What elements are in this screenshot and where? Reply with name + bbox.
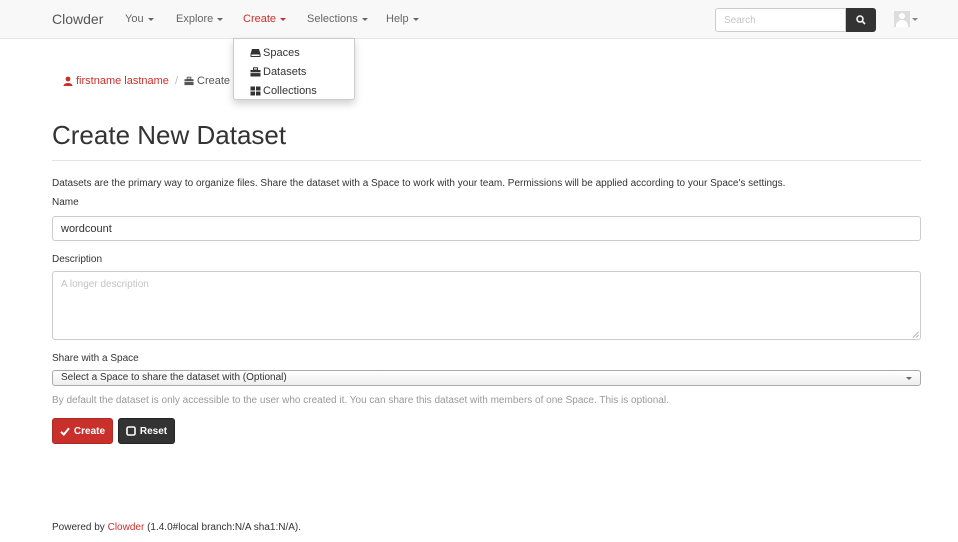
th-large-icon: [250, 86, 261, 95]
description-textarea[interactable]: [52, 271, 921, 340]
intro-text: Datasets are the primary way to organize…: [52, 178, 786, 189]
nav-create[interactable]: Create: [243, 13, 287, 25]
nav-explore-label: Explore: [176, 13, 214, 25]
footer-version: (1.4.0#local branch:N/A sha1:N/A).: [147, 522, 302, 533]
resize-handle-icon[interactable]: [912, 331, 919, 338]
name-label: Name: [52, 197, 79, 208]
nav-you-label: You: [125, 13, 144, 25]
navbar: Clowder You Explore Create Selections He…: [0, 0, 958, 39]
breadcrumb-user-link[interactable]: firstname lastname: [76, 75, 169, 87]
chevron-down-icon: [906, 377, 912, 380]
footer-clowder-link[interactable]: Clowder: [108, 522, 145, 533]
dropdown-item-datasets[interactable]: Datasets: [234, 62, 354, 81]
nav-create-label: Create: [243, 13, 277, 25]
search-button[interactable]: [846, 8, 876, 32]
hdd-icon: [250, 48, 261, 57]
user-icon: [63, 76, 73, 86]
chevron-down-icon: [280, 17, 287, 21]
brand-link[interactable]: Clowder: [52, 11, 103, 27]
chevron-down-icon: [217, 17, 224, 21]
briefcase-icon: [184, 76, 194, 86]
dropdown-item-label: Datasets: [263, 65, 307, 78]
nav-help[interactable]: Help: [386, 13, 419, 25]
chevron-down-icon: [412, 17, 419, 21]
search-input[interactable]: [715, 8, 846, 32]
check-icon: [60, 427, 70, 436]
divider: [52, 160, 921, 161]
description-label: Description: [52, 254, 103, 265]
nav-selections-label: Selections: [307, 13, 358, 25]
nav-you[interactable]: You: [125, 13, 154, 25]
reset-button-label: Reset: [139, 425, 168, 437]
reset-button[interactable]: Reset: [118, 418, 175, 444]
dropdown-item-collections[interactable]: Collections: [234, 81, 354, 100]
space-select[interactable]: Select a Space to share the dataset with…: [52, 370, 921, 386]
nav-selections[interactable]: Selections: [307, 13, 368, 25]
footer: Powered by Clowder (1.4.0#local branch:N…: [52, 522, 301, 533]
dropdown-item-label: Collections: [263, 84, 317, 97]
dropdown-item-spaces[interactable]: Spaces: [234, 43, 354, 62]
dropdown-item-label: Spaces: [263, 46, 300, 59]
space-label: Share with a Space: [52, 353, 139, 364]
search-icon: [856, 15, 866, 25]
user-menu[interactable]: [894, 11, 918, 27]
breadcrumb: firstname lastname / Create N: [63, 75, 241, 87]
unchecked-icon: [126, 426, 136, 436]
create-dropdown-menu: Spaces Datasets Collections: [233, 38, 355, 100]
create-button-label: Create: [73, 425, 106, 437]
space-help-text: By default the dataset is only accessibl…: [52, 395, 669, 406]
footer-prefix: Powered by: [52, 522, 105, 533]
avatar: [894, 11, 910, 27]
nav-help-label: Help: [386, 13, 409, 25]
chevron-down-icon: [361, 17, 368, 21]
breadcrumb-separator: /: [174, 75, 178, 87]
space-select-value: Select a Space to share the dataset with…: [61, 372, 287, 383]
briefcase-icon: [250, 66, 261, 76]
create-button[interactable]: Create: [52, 418, 113, 444]
chevron-down-icon: [147, 17, 154, 21]
chevron-down-icon: [912, 17, 918, 21]
nav-explore[interactable]: Explore: [176, 13, 224, 25]
page-title: Create New Dataset: [52, 120, 287, 150]
name-input[interactable]: [52, 216, 921, 241]
